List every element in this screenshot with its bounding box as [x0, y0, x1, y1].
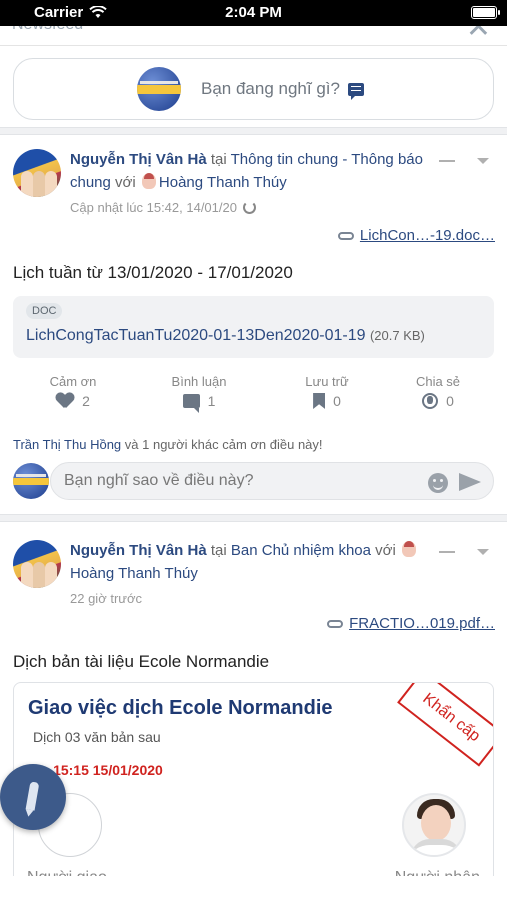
post-title: Dịch bản tài liệu Ecole Normandie: [13, 652, 270, 671]
urgent-stamp: Khẩn cấp: [397, 683, 493, 767]
with-word: với: [115, 174, 136, 191]
document-name[interactable]: LichCongTacTuanTu2020-01-13Den2020-01-19…: [26, 327, 425, 345]
share-count: 0: [446, 393, 454, 409]
comment-row: Bạn nghĩ sao về điều này?: [13, 462, 494, 500]
refresh-icon[interactable]: [242, 201, 256, 214]
task-title[interactable]: Giao việc dịch Ecole Normandie: [28, 697, 333, 720]
section-divider: [0, 127, 507, 135]
updated-time: Cập nhật lúc 15:42, 14/01/20: [70, 200, 237, 215]
thank-count: 2: [82, 393, 90, 409]
post-composer[interactable]: Bạn đang nghĩ gì?: [13, 58, 494, 120]
attachment-filename[interactable]: FRACTIO…019.pdf…: [349, 615, 495, 632]
tagged-avatar-icon: [401, 541, 416, 557]
thanks-user[interactable]: Trần Thị Thu Hồng: [13, 437, 121, 452]
group-link[interactable]: Ban Chủ nhiệm khoa: [231, 542, 371, 559]
status-bar: Carrier 2:04 PM: [0, 0, 507, 26]
thanks-text: và 1 người khác cảm ơn điều này!: [124, 437, 323, 452]
post-title: Lịch tuần từ 13/01/2020 - 17/01/2020: [13, 263, 293, 282]
composer-placeholder: Bạn đang nghĩ gì?: [201, 79, 340, 98]
attachment-link[interactable]: LichCon…-19.doc…: [337, 227, 495, 244]
thank-label: Cảm ơn: [49, 374, 97, 389]
comment-placeholder: Bạn nghĩ sao về điều này?: [64, 472, 254, 489]
attachment-link[interactable]: FRACTIO…019.pdf…: [327, 615, 495, 632]
send-icon[interactable]: [459, 473, 481, 491]
task-subtitle: Dịch 03 văn bản sau: [33, 729, 161, 745]
save-label: Lưu trữ: [305, 374, 349, 389]
section-divider: [0, 514, 507, 522]
collapse-icon[interactable]: [439, 160, 455, 162]
compose-fab[interactable]: [0, 764, 66, 830]
chevron-down-icon[interactable]: [477, 158, 489, 164]
battery-icon: [471, 6, 500, 19]
comment-label: Bình luận: [171, 374, 227, 389]
document-size: (20.7 KB): [369, 328, 425, 343]
post-menu[interactable]: [439, 549, 489, 555]
tagged-user[interactable]: Hoàng Thanh Thúy: [159, 174, 287, 191]
tagged-avatar-icon: [141, 173, 156, 189]
author-avatar[interactable]: [13, 149, 61, 197]
comment-button[interactable]: Bình luận 1: [154, 374, 244, 413]
post-header: Nguyễn Thị Vân Hà tại Thông tin chung - …: [70, 148, 430, 194]
post-menu[interactable]: [439, 158, 489, 164]
post-timestamp: 22 giờ trước: [70, 591, 142, 606]
with-word: với: [375, 542, 396, 559]
paperclip-icon: [337, 231, 354, 240]
post-actions: Cảm ơn 2 Bình luận 1 Lưu trữ 0 Chia sẻ 0: [0, 374, 507, 414]
thank-button[interactable]: Cảm ơn 2: [28, 374, 118, 409]
emoji-icon[interactable]: [428, 473, 448, 493]
newsfeed-screen: Carrier 2:04 PM Newsfeed ✕ Bạn đang nghĩ…: [0, 0, 507, 900]
assignee-avatar[interactable]: [402, 793, 466, 857]
tagged-user[interactable]: Hoàng Thanh Thúy: [70, 565, 198, 582]
task-card[interactable]: Giao việc dịch Ecole Normandie Dịch 03 v…: [13, 682, 494, 900]
share-button[interactable]: Chia sẻ 0: [393, 374, 483, 409]
comment-count: 1: [207, 393, 216, 409]
document-card[interactable]: DOC LichCongTacTuanTu2020-01-13Den2020-0…: [13, 296, 494, 358]
author-name[interactable]: Nguyễn Thị Vân Hà: [70, 151, 207, 168]
comment-icon: [182, 394, 200, 413]
at-word: tại: [210, 151, 227, 168]
task-due-date: ~ 15:15 15/01/2020: [41, 762, 163, 778]
comment-input[interactable]: Bạn nghĩ sao về điều này?: [50, 462, 494, 500]
post-header: Nguyễn Thị Vân Hà tại Ban Chủ nhiệm khoa…: [70, 539, 430, 585]
document-filename[interactable]: LichCongTacTuanTu2020-01-13Den2020-01-19: [26, 327, 366, 344]
user-avatar-icon: [13, 463, 49, 499]
paperclip-icon: [327, 619, 344, 628]
author-name[interactable]: Nguyễn Thị Vân Hà: [70, 542, 207, 559]
attachment-filename[interactable]: LichCon…-19.doc…: [360, 227, 495, 244]
heart-icon: [56, 393, 74, 409]
thanks-summary: Trần Thị Thu Hồng và 1 người khác cảm ơn…: [13, 437, 323, 452]
save-count: 0: [333, 393, 341, 409]
at-word: tại: [210, 542, 227, 559]
share-label: Chia sẻ: [415, 374, 461, 389]
clock: 2:04 PM: [225, 4, 282, 21]
org-logo-icon: [137, 67, 181, 111]
post-timestamp: Cập nhật lúc 15:42, 14/01/20: [70, 200, 256, 215]
save-button[interactable]: Lưu trữ 0: [282, 374, 372, 409]
doc-type-badge: DOC: [26, 303, 63, 319]
chevron-down-icon[interactable]: [477, 549, 489, 555]
pen-icon: [25, 781, 40, 811]
globe-icon: [422, 393, 439, 409]
bookmark-icon: [313, 393, 326, 409]
bottom-bar: [0, 876, 507, 900]
chat-icon: [347, 82, 364, 100]
collapse-icon[interactable]: [439, 551, 455, 553]
author-avatar[interactable]: [13, 540, 61, 588]
